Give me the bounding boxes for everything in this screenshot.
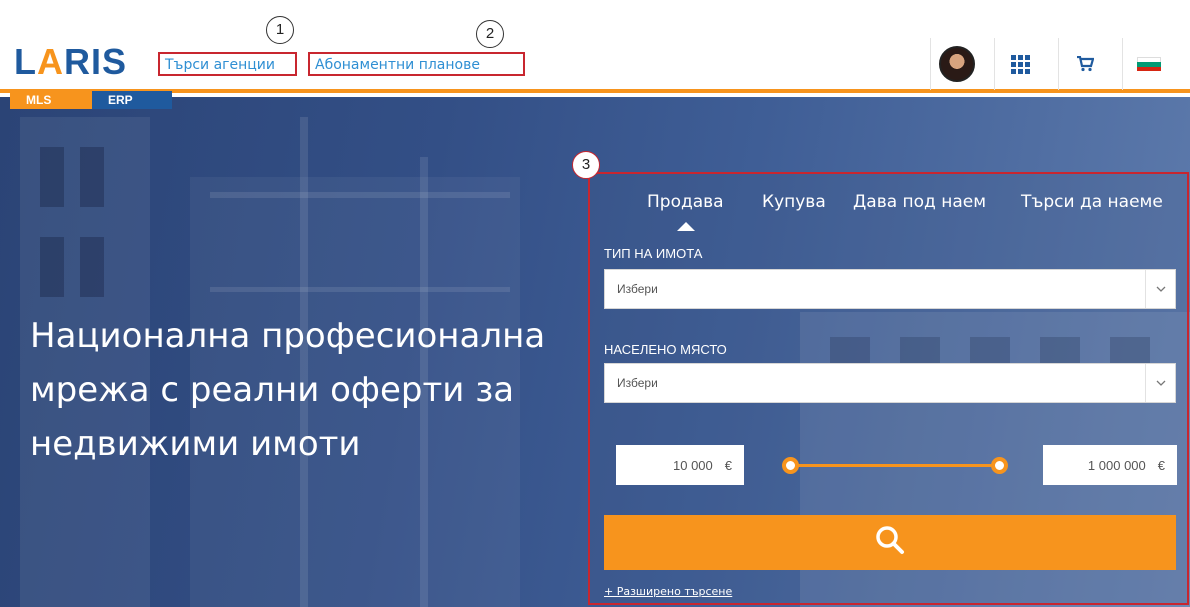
property-type-label: ТИП НА ИМОТА (604, 246, 703, 261)
tab-mls[interactable]: MLS (10, 91, 92, 109)
language-button[interactable] (1122, 38, 1174, 90)
price-max-value: 1 000 000 (1087, 457, 1146, 473)
chevron-down-icon (1145, 364, 1175, 402)
price-range-slider[interactable] (782, 457, 1008, 474)
user-menu-button[interactable] (930, 38, 982, 90)
annotation-callout-1: 1 (266, 16, 294, 44)
cart-icon (1076, 56, 1094, 72)
tab-erp[interactable]: ERP (92, 91, 172, 109)
currency-symbol: € (1157, 457, 1165, 473)
headline-line: недвижими имоти (30, 424, 361, 464)
advanced-search-link[interactable]: + Разширено търсене (604, 585, 732, 598)
apps-menu-button[interactable] (994, 38, 1046, 90)
tab-buy[interactable]: Купува (762, 192, 826, 212)
search-button[interactable] (604, 515, 1176, 570)
tab-rent-out[interactable]: Дава под наем (853, 192, 986, 212)
price-max-input[interactable]: 1 000 000 € (1043, 445, 1177, 485)
active-tab-indicator (677, 222, 695, 231)
property-type-select[interactable]: Избери (604, 269, 1176, 309)
slider-min-handle[interactable] (782, 457, 799, 474)
location-value: Избери (617, 376, 658, 390)
top-header: LARIS 1 Търси агенции 2 Абонаментни план… (0, 0, 1190, 93)
slider-max-handle[interactable] (991, 457, 1008, 474)
laris-logo[interactable]: LARIS (14, 44, 127, 80)
nav-link-search-agencies[interactable]: Търси агенции (158, 52, 297, 76)
price-min-value: 10 000 (673, 457, 713, 473)
search-panel: Продава Купува Дава под наем Търси да на… (588, 172, 1189, 605)
hero-headline: Национална професионална мрежа с реални … (30, 309, 590, 471)
user-avatar (938, 46, 975, 82)
bulgarian-flag-icon (1136, 57, 1161, 71)
annotation-callout-2: 2 (476, 20, 504, 48)
tab-sell[interactable]: Продава (647, 192, 724, 212)
tab-looking-to-rent[interactable]: Търси да наеме (1021, 192, 1163, 212)
property-type-value: Избери (617, 282, 658, 296)
headline-line: Национална професионална (30, 316, 546, 356)
cart-button[interactable] (1058, 38, 1110, 90)
logo-subtabs: MLS ERP (10, 91, 172, 109)
logo-text: LARIS (14, 41, 128, 82)
search-icon (875, 525, 905, 560)
deal-type-tabs: Продава Купува Дава под наем Търси да на… (590, 174, 1187, 231)
headline-line: мрежа с реални оферти за (30, 370, 515, 410)
location-select[interactable]: Избери (604, 363, 1176, 403)
page: LARIS 1 Търси агенции 2 Абонаментни план… (0, 0, 1190, 607)
apps-grid-icon (1011, 54, 1030, 74)
chevron-down-icon (1145, 270, 1175, 308)
currency-symbol: € (724, 457, 732, 473)
slider-track (792, 464, 998, 467)
nav-link-subscription-plans[interactable]: Абонаментни планове (308, 52, 525, 76)
price-min-input[interactable]: 10 000 € (616, 445, 744, 485)
annotation-callout-3: 3 (572, 151, 600, 179)
location-label: НАСЕЛЕНО МЯСТО (604, 342, 727, 357)
